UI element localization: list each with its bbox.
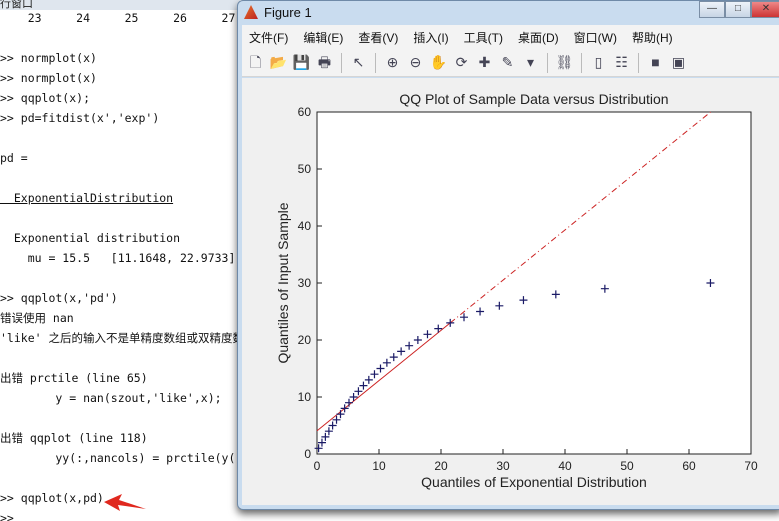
figure-canvas: 0 10 20 30 40 50 60 70 0 10 20 30 40 50 60 QQ Plot of S… xyxy=(242,78,779,505)
command-line: 出错 qqplot (line 118) xyxy=(0,431,148,445)
print-icon[interactable]: 🖶 xyxy=(315,53,334,72)
command-line: 'like' 之后的输入不是单精度数组或双精度数组 xyxy=(0,331,240,345)
menu-item[interactable]: 文件(F) xyxy=(249,29,288,46)
zoom-in-icon[interactable]: ⊕ xyxy=(383,53,402,72)
red-arrow-annotation xyxy=(104,494,146,511)
toolbar-separator xyxy=(375,52,376,73)
menu-bar: 文件(F) 编辑(E) 查看(V) 插入(I) 工具(T) 桌面(D) 窗口(W) 帮助(H) xyxy=(242,25,779,49)
command-line: >> xyxy=(0,511,14,521)
chart-title: QQ Plot of Sample Data versus Distributi… xyxy=(399,91,668,107)
show-plot-tools-icon[interactable]: ▣ xyxy=(669,53,688,72)
figure-titlebar[interactable]: Figure 1 xyxy=(244,3,312,21)
matlab-logo-icon xyxy=(244,5,258,19)
command-line: mu = 15.5 [11.1648, 22.9733] xyxy=(0,251,236,265)
new-figure-icon[interactable]: 🗋 xyxy=(246,53,265,72)
toolbar-separator xyxy=(547,52,548,73)
x-tick-label: 60 xyxy=(682,459,696,473)
y-axis-label: Quantiles of Input Sample xyxy=(275,202,291,363)
zoom-out-icon[interactable]: ⊖ xyxy=(406,53,425,72)
y-tick-label: 50 xyxy=(298,162,312,176)
y-tick-label: 10 xyxy=(298,390,312,404)
figure-window: Figure 1 — □ ✕ 文件(F) 编辑(E) 查看(V) 插入(I) 工具(T)… xyxy=(237,0,779,510)
menu-item[interactable]: 查看(V) xyxy=(358,29,398,46)
y-tick-label: 0 xyxy=(304,447,311,461)
toolbar-separator xyxy=(581,52,582,73)
menu-item[interactable]: 编辑(E) xyxy=(303,29,343,46)
command-line: 出错 prctile (line 65) xyxy=(0,371,148,385)
x-tick-label: 70 xyxy=(744,459,758,473)
minimize-button[interactable]: — xyxy=(699,1,725,18)
qq-plot[interactable]: 0 10 20 30 40 50 60 70 0 10 20 30 40 50 60 QQ Plot of S… xyxy=(242,78,779,508)
y-tick-label: 60 xyxy=(298,105,312,119)
command-line: >> normplot(x) xyxy=(0,71,97,85)
command-line: pd = xyxy=(0,151,28,165)
edit-plot-icon[interactable]: ↖ xyxy=(349,53,368,72)
data-cursor-icon[interactable]: ✚ xyxy=(475,53,494,72)
command-window[interactable]: 行窗口 23 24 25 26 27 >> normplot(x) >> normp… xyxy=(0,0,240,521)
command-window-header: 行窗口 xyxy=(0,0,240,10)
save-icon[interactable]: 💾 xyxy=(292,53,311,72)
maximize-button[interactable]: □ xyxy=(725,1,751,18)
toolbar-separator xyxy=(638,52,639,73)
menu-item[interactable]: 工具(T) xyxy=(464,29,503,46)
open-file-icon[interactable]: 📂 xyxy=(269,53,288,72)
command-line: 23 24 25 26 27 xyxy=(0,11,236,25)
x-tick-label: 30 xyxy=(496,459,510,473)
x-axis-label: Quantiles of Exponential Distribution xyxy=(421,474,647,490)
link-plot-icon[interactable]: ⛓ xyxy=(555,53,574,72)
figure-title: Figure 1 xyxy=(264,4,312,20)
insert-colorbar-icon[interactable]: ▯ xyxy=(589,53,608,72)
y-tick-label: 40 xyxy=(298,219,312,233)
brush-icon[interactable]: ✎ xyxy=(498,53,517,72)
rotate-3d-icon[interactable]: ⟳ xyxy=(452,53,471,72)
command-line: >> normplot(x) xyxy=(0,51,97,65)
command-line: 错误使用 nan xyxy=(0,311,74,325)
menu-item[interactable]: 插入(I) xyxy=(413,29,448,46)
brush-dropdown-icon[interactable]: ▾ xyxy=(521,53,540,72)
x-tick-label: 0 xyxy=(314,459,321,473)
toolbar-separator xyxy=(341,52,342,73)
menu-item[interactable]: 窗口(W) xyxy=(574,29,617,46)
insert-legend-icon[interactable]: ☷ xyxy=(612,53,631,72)
y-tick-label: 30 xyxy=(298,276,312,290)
command-line: y = nan(szout,'like',x); xyxy=(0,391,222,405)
command-line: >> qqplot(x,'pd') xyxy=(0,291,118,305)
axes-box xyxy=(316,111,752,455)
pan-icon[interactable]: ✋ xyxy=(429,53,448,72)
command-line: yy(:,nancols) = prctile(y(:,nancols),pve… xyxy=(55,451,240,465)
close-button[interactable]: ✕ xyxy=(751,1,779,18)
x-tick-label: 40 xyxy=(558,459,572,473)
command-line: >> pd=fitdist(x','exp') xyxy=(0,111,160,125)
menu-item[interactable]: 桌面(D) xyxy=(518,29,559,46)
command-line: ExponentialDistribution xyxy=(0,191,174,205)
toolbar: 🗋 📂 💾 🖶 ↖ ⊕ ⊖ ✋ ⟳ ✚ ✎ ▾ ⛓ ▯ ☷ ■ ▣ xyxy=(242,49,779,77)
command-line: >> qqplot(x); xyxy=(0,91,91,105)
hide-plot-tools-icon[interactable]: ■ xyxy=(646,53,665,72)
menu-item[interactable]: 帮助(H) xyxy=(632,29,673,46)
x-tick-label: 50 xyxy=(620,459,634,473)
command-line: >> qqplot(x,pd) xyxy=(0,491,104,505)
command-line: Exponential distribution xyxy=(0,231,181,245)
y-tick-label: 20 xyxy=(298,333,312,347)
x-tick-label: 10 xyxy=(372,459,386,473)
x-tick-label: 20 xyxy=(434,459,448,473)
